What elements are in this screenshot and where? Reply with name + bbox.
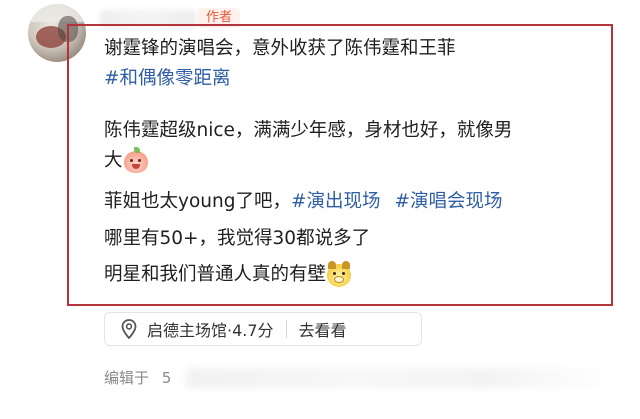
post-line-3: 陈伟霆超级nice，满满少年感，身材也好，就像男	[104, 120, 513, 141]
post-line-4: 大	[104, 146, 149, 176]
post-line-1: 谢霆锋的演唱会，意外收获了陈伟霆和王菲	[104, 38, 456, 59]
post-line-7: 明星和我们普通人真的有壁	[104, 260, 352, 290]
edited-date-prefix: 5	[161, 369, 172, 387]
go-see-button[interactable]: 去看看	[299, 317, 347, 341]
hashtag-link[interactable]: #和偶像零距离	[104, 64, 231, 94]
hashtag-link[interactable]: #演出现场	[291, 191, 381, 212]
post-line-4-text: 大	[104, 150, 123, 171]
post-line-7-text: 明星和我们普通人真的有壁	[104, 264, 327, 285]
divider	[285, 320, 287, 338]
location-pin-icon	[115, 312, 143, 346]
hashtag-link[interactable]: #演唱会现场	[394, 191, 502, 212]
post-line-5-text: 菲姐也太young了吧，	[104, 191, 291, 212]
dog-face-emoji-icon	[326, 261, 352, 288]
post-line-5: 菲姐也太young了吧，#演出现场 #演唱会现场	[104, 187, 503, 217]
edited-timestamp: 编辑于 5	[104, 368, 171, 388]
date-blurred	[186, 368, 616, 388]
post-line-6: 哪里有50+，我觉得30都说多了	[104, 228, 371, 249]
location-name: 启德主场馆·4.7分	[147, 321, 274, 340]
avatar-sky	[28, 4, 86, 22]
edited-label: 编辑于	[104, 369, 150, 387]
peach-face-emoji-icon	[123, 147, 149, 174]
location-chip[interactable]: 启德主场馆·4.7分 去看看	[104, 312, 422, 346]
